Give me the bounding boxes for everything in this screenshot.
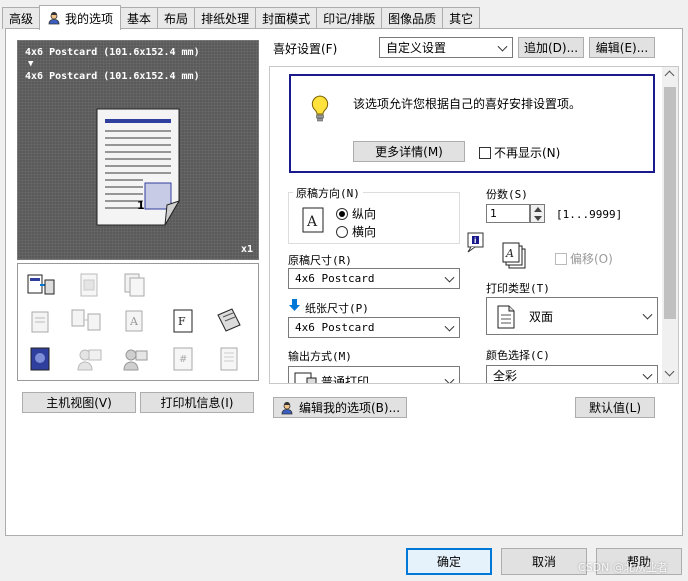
copy-pages-icon xyxy=(118,270,152,300)
info-message: 该选项允许您根据自己的喜好安排设置项。 xyxy=(353,97,582,111)
tab-layout[interactable]: 布局 xyxy=(157,7,196,29)
info-icon[interactable]: i xyxy=(466,231,486,253)
color-select[interactable]: 全彩 xyxy=(486,365,658,383)
output-method-select[interactable]: 普通打印 xyxy=(288,366,460,383)
tab-my-options[interactable]: 我的选项 xyxy=(39,5,122,30)
duplex-page-icon xyxy=(497,305,515,329)
edit-favorite-button[interactable]: 编辑(E)... xyxy=(589,37,655,58)
scroll-up-icon[interactable] xyxy=(664,70,675,81)
favorites-select[interactable]: 自定义设置 xyxy=(379,37,513,58)
svg-text:A: A xyxy=(505,247,514,260)
copies-stepper[interactable] xyxy=(530,204,545,223)
copies-input[interactable]: 1 xyxy=(486,204,530,223)
function-icon-grid: A F # xyxy=(17,263,259,381)
tab-finishing[interactable]: 排纸处理 xyxy=(194,7,257,29)
paper-size-label: 纸张尺寸(P) xyxy=(305,302,369,315)
page-number: 1 xyxy=(137,199,145,212)
tab-strip: 高级 我的选项 基本 布局 排纸处理 封面模式 印记/排版 图像品质 其它 xyxy=(2,5,481,30)
svg-text:A: A xyxy=(306,214,318,230)
portrait-page-icon: A xyxy=(302,207,324,233)
svg-text:A: A xyxy=(129,315,139,328)
defaults-button[interactable]: 默认值(L) xyxy=(575,397,655,418)
account-track-icon xyxy=(118,344,152,374)
tab-other[interactable]: 其它 xyxy=(442,7,481,29)
add-favorite-button[interactable]: 追加(D)... xyxy=(518,37,584,58)
info-box: 该选项允许您根据自己的喜好安排设置项。 更多详情(M) 不再显示(N) xyxy=(289,74,655,173)
svg-text:F: F xyxy=(178,315,186,328)
output-method-clip: 普通打印 xyxy=(288,366,460,383)
orientation-label: 原稿方向(N) xyxy=(293,185,363,201)
ok-button[interactable]: 确定 xyxy=(406,548,492,575)
collated-pages-icon: A xyxy=(502,242,526,269)
paper-size-select[interactable]: 4x6 Postcard xyxy=(288,317,460,338)
vertical-scrollbar[interactable] xyxy=(662,67,678,383)
chevron-down-icon xyxy=(642,309,653,320)
copies-label: 份数(S) xyxy=(486,188,528,201)
edit-my-options-button[interactable]: 编辑我的选项(B)... xyxy=(273,397,407,418)
host-view-button[interactable]: 主机视图(V) xyxy=(22,392,136,413)
multi-page-icon xyxy=(70,306,104,336)
cancel-button[interactable]: 取消 xyxy=(501,548,587,575)
user-icon xyxy=(281,401,293,414)
print-type-label: 打印类型(T) xyxy=(486,282,550,295)
scrollbar-thumb[interactable] xyxy=(664,87,676,319)
offset-option[interactable]: 偏移(O) xyxy=(555,250,613,267)
scroll-down-icon[interactable] xyxy=(664,366,675,377)
copies-badge: x1 xyxy=(240,244,253,255)
output-method-icon[interactable] xyxy=(24,270,58,300)
print-type-select[interactable]: 双面 xyxy=(486,297,658,335)
dont-show-again[interactable]: 不再显示(N) xyxy=(479,144,560,161)
booklet-icon[interactable] xyxy=(212,306,246,336)
original-size-select[interactable]: 4x6 Postcard xyxy=(288,268,460,289)
lightbulb-icon xyxy=(311,95,329,122)
output-method-label: 输出方式(M) xyxy=(288,350,352,363)
offset-checkbox[interactable] xyxy=(555,252,567,265)
chevron-down-icon xyxy=(642,369,653,380)
landscape-radio-option[interactable]: 横向 xyxy=(336,223,376,240)
chevron-down-icon xyxy=(444,321,455,332)
favorites-label: 喜好设置(F) xyxy=(273,42,338,56)
tab-basic[interactable]: 基本 xyxy=(120,7,159,29)
print-preview: 4x6 Postcard (101.6x152.4 mm) ▼ 4x6 Post… xyxy=(17,40,259,260)
dont-show-checkbox[interactable] xyxy=(479,146,491,159)
banner-page-icon xyxy=(212,344,246,374)
paper-size-text: 4x6 Postcard (101.6x152.4 mm) xyxy=(25,71,200,82)
stamp-page-icon: # xyxy=(166,344,200,374)
original-size-label: 原稿尺寸(R) xyxy=(288,254,352,267)
tab-stamp-composition[interactable]: 印记/排版 xyxy=(316,7,383,29)
portrait-radio-option[interactable]: 纵向 xyxy=(336,205,376,222)
copies-range: [1...9999] xyxy=(556,208,623,221)
stacked-pages-icon xyxy=(24,306,58,336)
svg-text:#: # xyxy=(179,354,187,365)
printer-icon xyxy=(294,372,317,383)
landscape-radio[interactable] xyxy=(336,225,348,238)
tab-advanced[interactable]: 高级 xyxy=(2,7,41,29)
increment-icon[interactable] xyxy=(534,207,542,212)
form-page-icon[interactable]: F xyxy=(166,306,200,336)
arrow-down-blue-icon xyxy=(289,299,300,311)
chevron-down-icon xyxy=(444,374,455,383)
user-auth-icon xyxy=(72,344,106,374)
color-select-label: 颜色选择(C) xyxy=(486,349,550,362)
chevron-down-icon xyxy=(497,41,508,52)
original-size-text: 4x6 Postcard (101.6x152.4 mm) xyxy=(25,47,200,58)
image-quality-icon[interactable] xyxy=(24,344,58,374)
decrement-icon[interactable] xyxy=(534,216,542,221)
more-details-button[interactable]: 更多详情(M) xyxy=(353,141,465,162)
portrait-radio[interactable] xyxy=(336,207,348,220)
tab-cover-mode[interactable]: 封面模式 xyxy=(255,7,318,29)
watermark-text: CSDN @北从业者 xyxy=(578,561,668,574)
chevron-down-icon xyxy=(444,272,455,283)
color-select-clip: 全彩 xyxy=(486,365,658,383)
tab-image-quality[interactable]: 图像品质 xyxy=(381,7,444,29)
arrow-down-icon: ▼ xyxy=(28,59,34,69)
svg-text:i: i xyxy=(474,237,476,245)
watermark-icon xyxy=(72,270,106,300)
printer-info-button[interactable]: 打印机信息(I) xyxy=(140,392,254,413)
user-icon xyxy=(48,12,60,25)
font-page-icon: A xyxy=(118,306,152,336)
